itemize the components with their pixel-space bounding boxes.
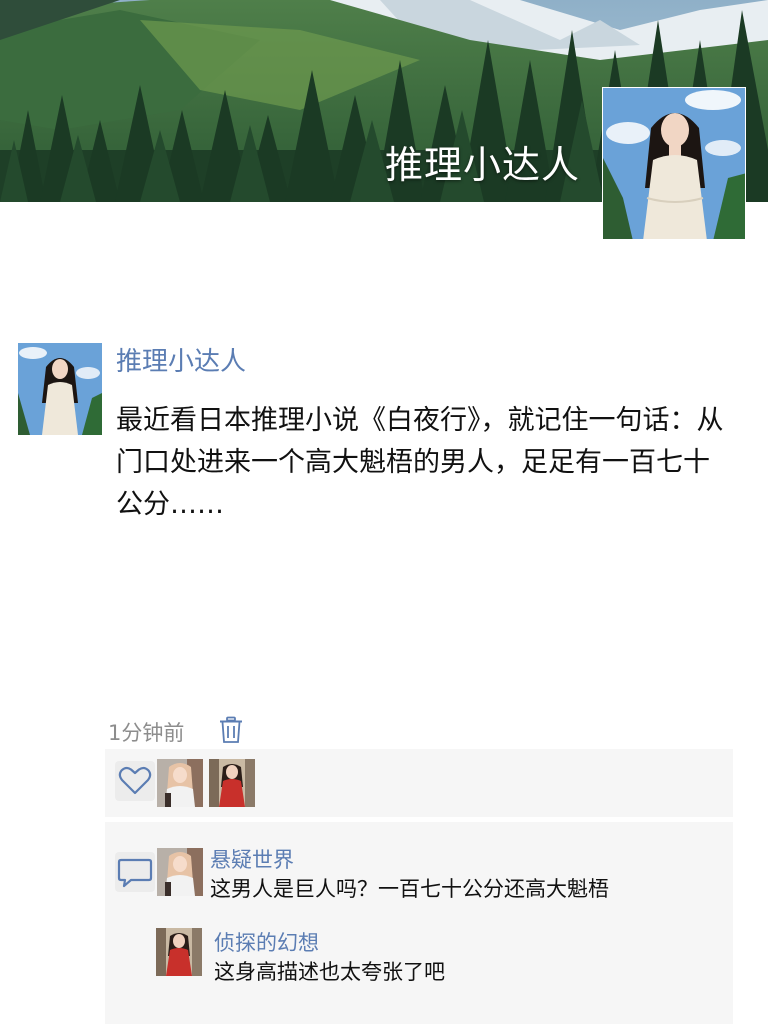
liker-avatar-image	[157, 759, 203, 807]
comment-author-avatar[interactable]	[157, 848, 203, 896]
liker-avatar[interactable]	[157, 759, 203, 807]
comment-text: 这男人是巨人吗？一百七十公分还高大魁梧	[210, 877, 609, 901]
post-content: 最近看日本推理小说《白夜行》，就记住一句话：从门口处进来一个高大魁梧的男人，足足…	[116, 405, 724, 520]
trash-icon	[220, 716, 242, 743]
post-timestamp: 1分钟前	[108, 721, 185, 745]
comment-icon	[115, 852, 155, 892]
profile-avatar[interactable]	[602, 87, 746, 240]
post-author-avatar[interactable]	[18, 343, 102, 435]
post-author-avatar-image	[18, 343, 102, 435]
comment-text: 这身高描述也太夸张了吧	[214, 960, 445, 984]
comment-author-avatar[interactable]	[156, 928, 202, 976]
profile-avatar-image	[603, 88, 745, 239]
heart-icon	[115, 761, 155, 801]
comment-author-name[interactable]: 悬疑世界	[210, 844, 294, 874]
comment-author-avatar-image	[157, 848, 203, 896]
liker-avatar-image	[209, 759, 255, 807]
comment-author-avatar-image	[156, 928, 202, 976]
liker-avatar[interactable]	[209, 759, 255, 807]
comments-section: 悬疑世界 这男人是巨人吗？一百七十公分还高大魁梧 侦探的幻想 这身高描述也太夸张…	[105, 822, 733, 1024]
post-author-name[interactable]: 推理小达人	[116, 341, 246, 378]
delete-button[interactable]	[219, 716, 243, 744]
likes-section	[105, 749, 733, 817]
comment-author-name[interactable]: 侦探的幻想	[214, 927, 319, 957]
cover-title: 推理小达人	[384, 143, 580, 187]
